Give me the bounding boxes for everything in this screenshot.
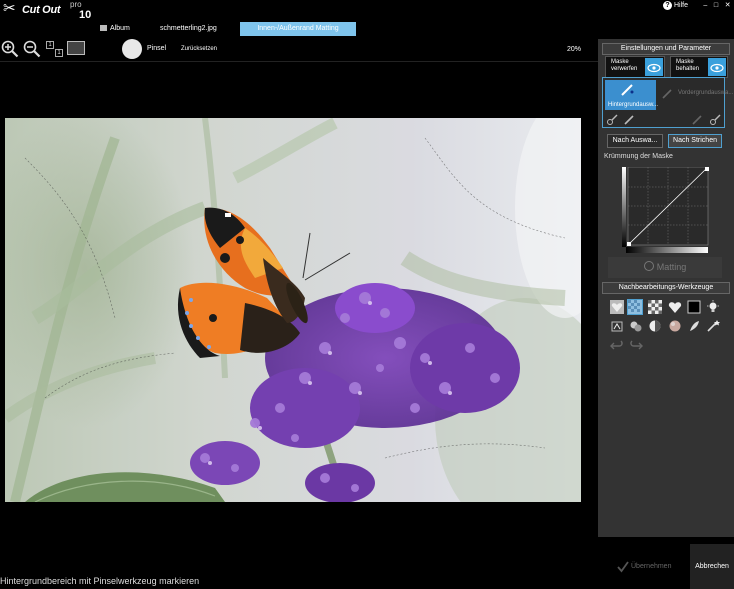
butterfly-photo (5, 118, 581, 502)
undo-icon[interactable] (610, 338, 624, 352)
by-strokes-button[interactable]: Nach Strichen (668, 134, 722, 148)
logo-version: 10 (79, 9, 92, 21)
color-sphere-icon[interactable] (668, 319, 682, 333)
tab-matting[interactable]: Innen-/Außenrand Matting (240, 22, 356, 36)
eye-icon (645, 58, 663, 76)
checker-icon[interactable] (648, 300, 662, 314)
brush-icon (621, 84, 634, 96)
settings-panel: Einstellungen und Parameter Maske verwer… (598, 39, 734, 537)
zoom-level: 20% (567, 46, 582, 53)
background-tool-button[interactable]: Hintergrundausw... (605, 80, 659, 110)
matting-label: Matting (656, 262, 687, 272)
minimize-button[interactable]: – (703, 0, 707, 11)
apply-label: Übernehmen (631, 563, 672, 570)
eraser-icon[interactable] (709, 114, 721, 126)
status-text: Hintergrundbereich mit Pinselwerkzeug ma… (0, 576, 200, 586)
heart-icon[interactable] (668, 300, 682, 314)
discard-mask-label: Maske verwerfen (611, 59, 638, 72)
discard-mask-button[interactable]: Maske verwerfen (605, 56, 665, 78)
close-button[interactable]: ✕ (725, 0, 731, 11)
help-label: Hilfe (674, 2, 689, 9)
heart-mask-icon[interactable] (610, 300, 624, 314)
blend-icon[interactable] (629, 319, 643, 333)
brush-icon[interactable] (691, 114, 703, 126)
play-icon (643, 261, 654, 271)
checkmark-icon (617, 561, 629, 573)
tab-album[interactable]: Album (100, 22, 140, 36)
tab-file[interactable]: schmetterling2.jpg (160, 22, 230, 36)
logo-edition: pro (70, 0, 82, 9)
brush-size-preview[interactable] (122, 39, 142, 59)
selection-tools: Hintergrundausw... Vordergrundauswa... (602, 77, 733, 128)
checker-selected-icon[interactable] (627, 299, 643, 315)
apply-button[interactable]: Übernehmen (603, 544, 687, 589)
by-selection-button[interactable]: Nach Auswa... (607, 134, 663, 148)
lightbulb-icon[interactable] (706, 300, 720, 314)
brush-icon[interactable] (623, 114, 635, 126)
tab-album-label: Album (110, 25, 130, 32)
help-icon: ? (663, 1, 672, 10)
foreground-tool-label[interactable]: Vordergrundauswa... (678, 90, 733, 96)
scissors-icon: ✂ (3, 0, 16, 17)
black-fill-icon[interactable] (687, 300, 701, 314)
background-tool-label: Hintergrundausw... (608, 102, 659, 108)
matting-button[interactable]: Matting (608, 257, 722, 278)
redo-icon[interactable] (629, 338, 643, 352)
crop-mask-icon[interactable] (610, 319, 624, 333)
zoom-out-icon[interactable] (23, 40, 41, 58)
brush-label: Pinsel (147, 45, 167, 52)
toolbar-divider (0, 61, 598, 62)
magic-wand-icon[interactable] (706, 319, 720, 333)
image-canvas[interactable] (5, 118, 581, 502)
mask-curve-editor[interactable] (622, 167, 710, 253)
mask-curve-label: Krümmung der Maske (604, 153, 673, 160)
keep-mask-button[interactable]: Maske behalten (670, 56, 728, 78)
eraser-icon[interactable] (606, 114, 618, 126)
settings-header: Einstellungen und Parameter (602, 43, 730, 55)
cancel-button[interactable]: Abbrechen (690, 544, 734, 589)
zoom-in-icon[interactable] (1, 40, 19, 58)
keep-mask-label: Maske behalten (676, 59, 700, 72)
app-logo: ✂ Cut Out pro 10 (0, 0, 95, 22)
toolbar: 1 1 Pinsel Zurücksetzen 20% (0, 37, 600, 61)
reset-button[interactable]: Zurücksetzen (181, 46, 217, 52)
logo-text: Cut Out (22, 4, 61, 16)
contrast-icon[interactable] (648, 319, 662, 333)
postprocessing-header: Nachbearbeitungs-Werkzeuge (602, 282, 730, 294)
maximize-button[interactable]: □ (714, 0, 718, 11)
brush-icon[interactable] (661, 88, 673, 100)
fit-window-icon[interactable] (67, 41, 85, 55)
actual-size-alt-icon[interactable]: 1 (55, 49, 63, 57)
feather-icon[interactable] (687, 319, 701, 333)
window-controls: – □ ✕ (700, 0, 734, 11)
eye-icon (708, 58, 726, 76)
home-icon (100, 25, 107, 31)
actual-size-icon[interactable]: 1 (46, 41, 54, 49)
